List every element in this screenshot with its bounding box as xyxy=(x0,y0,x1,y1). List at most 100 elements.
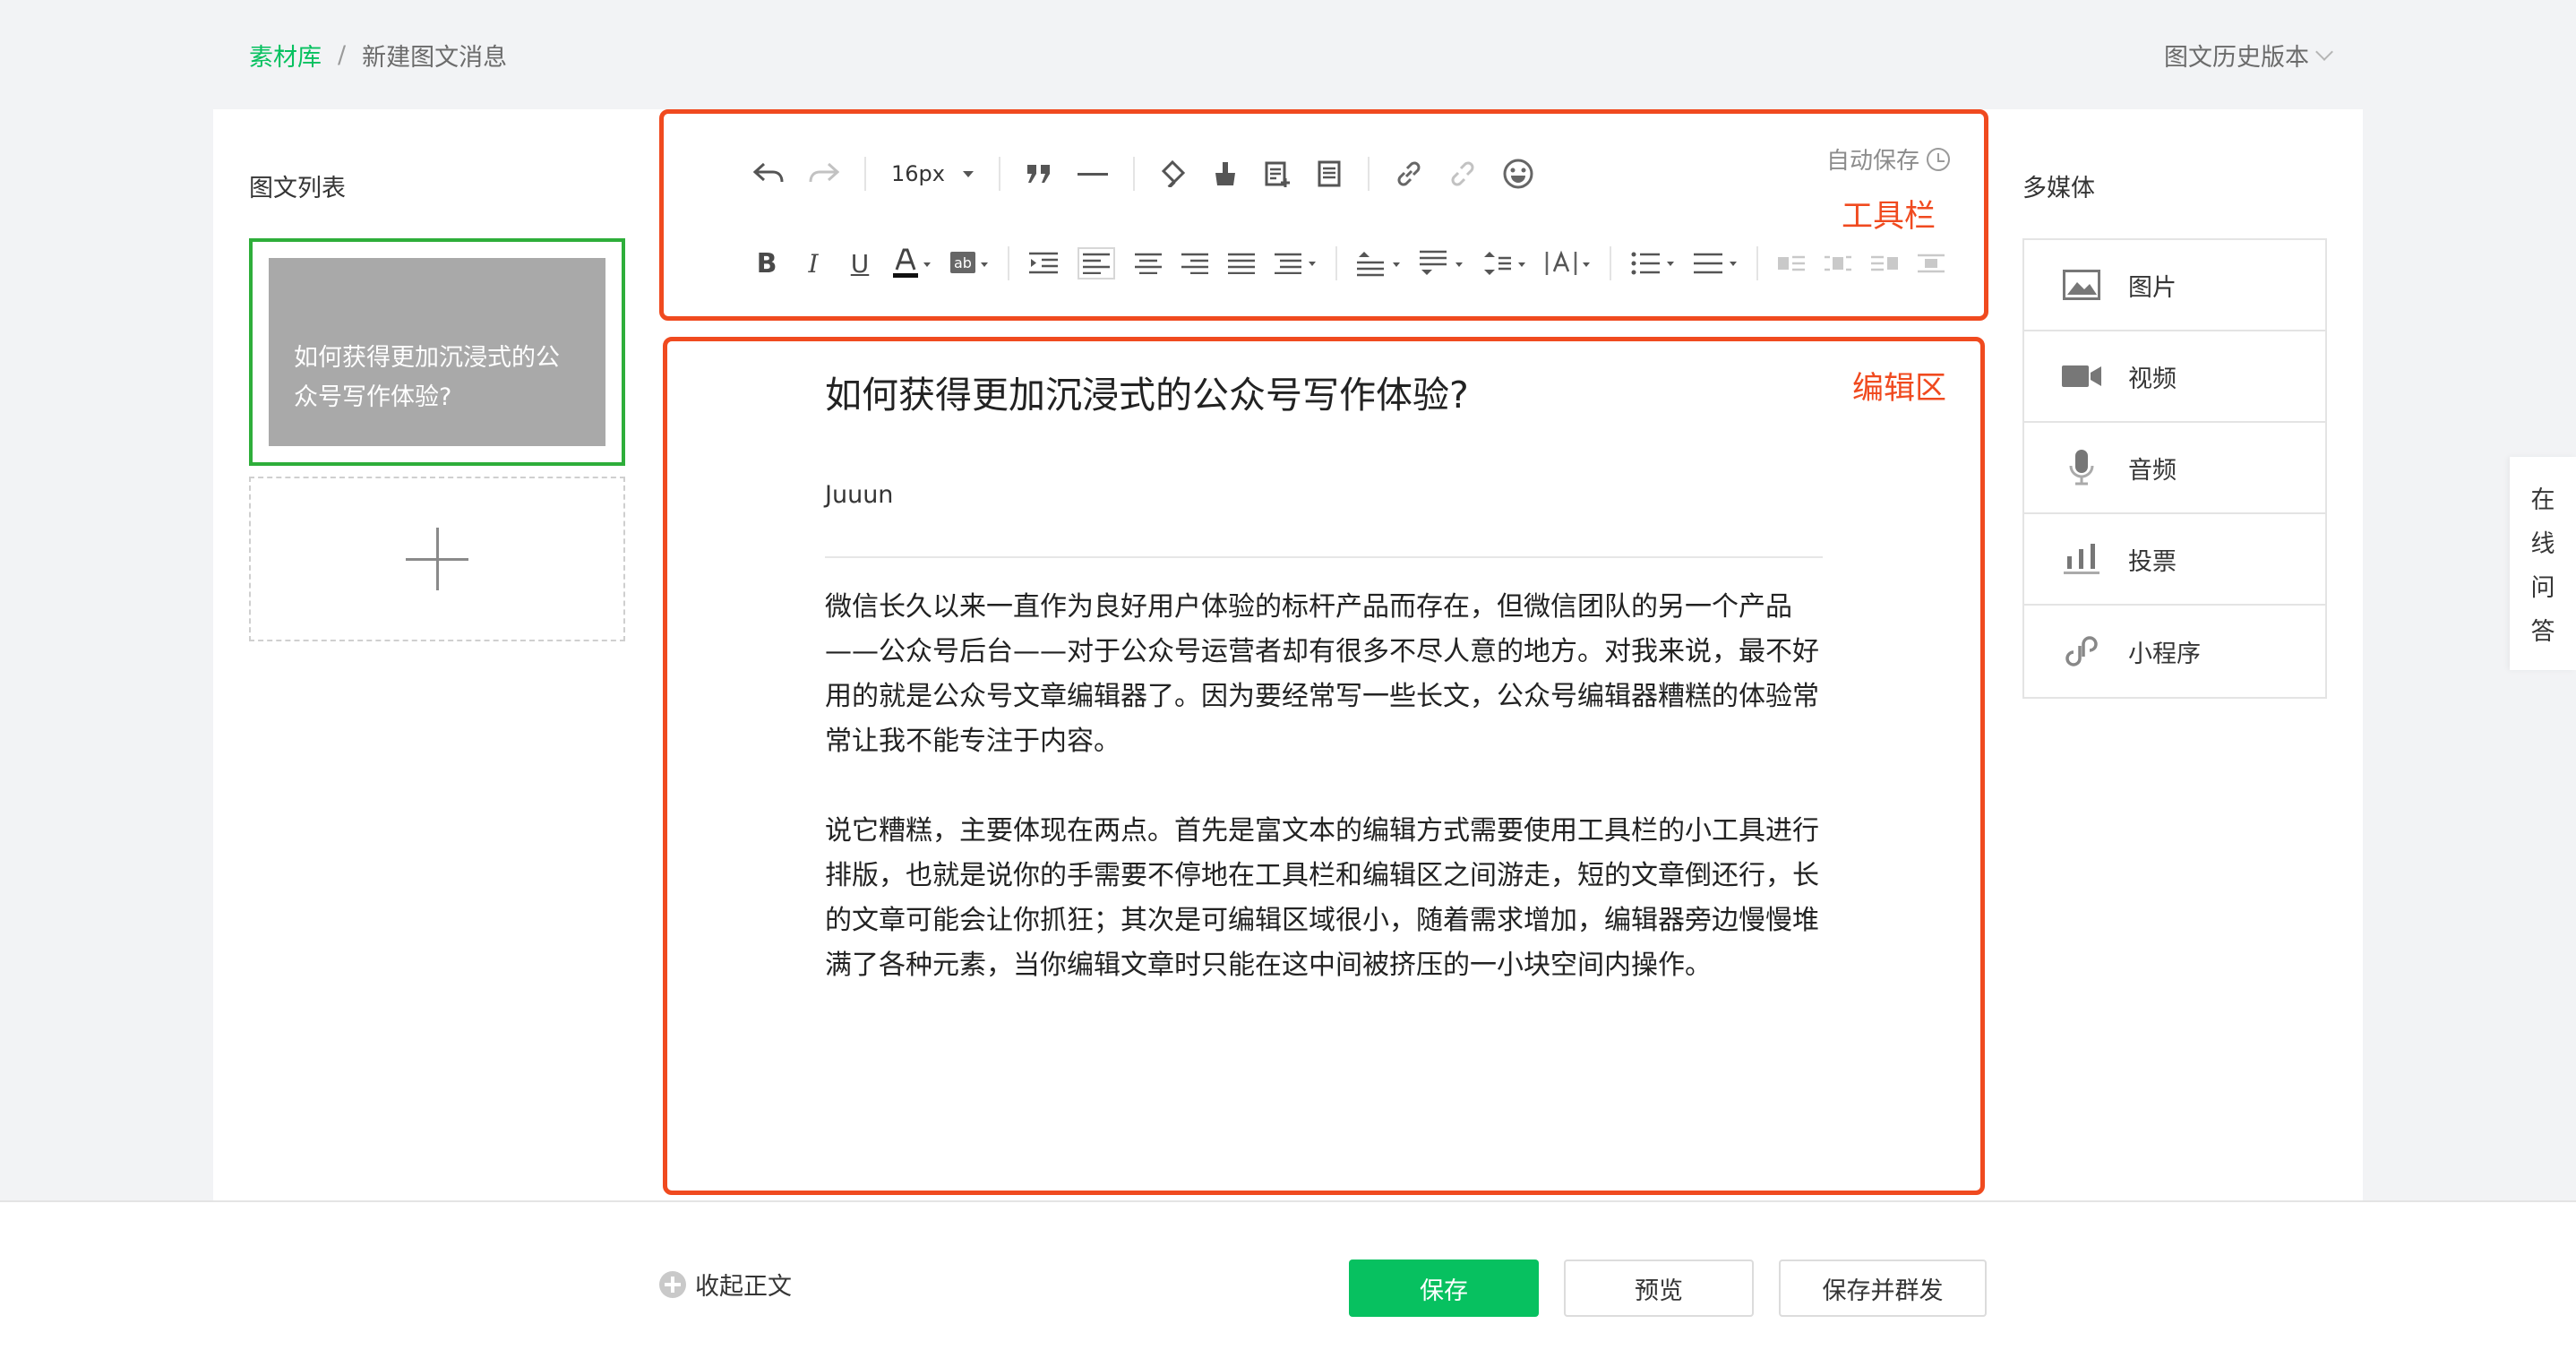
align-right-icon[interactable] xyxy=(1181,247,1208,279)
insert-template-icon[interactable] xyxy=(1264,158,1291,190)
format-brush-icon[interactable] xyxy=(1160,158,1187,190)
article-list-title: 图文列表 xyxy=(249,175,346,202)
horizontal-rule-icon[interactable] xyxy=(1077,158,1108,190)
svg-text:ab: ab xyxy=(954,254,972,271)
align-center-icon[interactable] xyxy=(1135,247,1162,279)
toolbar-row-2: B I U ab xyxy=(753,246,1945,280)
body-paragraph[interactable]: 说它糟糕，主要体现在两点。首先是富文本的编辑方式需要使用工具栏的小工具进行排版，… xyxy=(825,809,1819,988)
toolbar-divider xyxy=(1367,157,1370,191)
caret-down-icon xyxy=(962,170,974,177)
chevron-down-icon xyxy=(2315,42,2333,61)
article-title-input[interactable]: 如何获得更加沉浸式的公众号写作体验? xyxy=(825,365,1469,418)
toolbar-divider xyxy=(1132,157,1135,191)
online-qa-char: 问 xyxy=(2530,574,2555,602)
spacing-after-icon[interactable] xyxy=(1420,247,1463,279)
italic-icon[interactable]: I xyxy=(800,247,827,279)
unlink-icon[interactable] xyxy=(1448,158,1477,190)
background-color-icon[interactable]: ab xyxy=(950,247,988,279)
article-body[interactable]: 微信长久以来一直作为良好用户体验的标杆产品而存在，但微信团队的另一个产品——公众… xyxy=(825,585,1819,988)
breadcrumb-current: 新建图文消息 xyxy=(362,44,508,72)
font-size-value: 16px xyxy=(891,161,945,186)
line-height-icon[interactable] xyxy=(1482,247,1525,279)
media-item-label: 图片 xyxy=(2128,273,2177,302)
float-left-icon[interactable] xyxy=(1778,247,1805,279)
author-input[interactable]: Juuun xyxy=(825,481,893,509)
paragraph-spacing-icon[interactable] xyxy=(1275,247,1316,279)
history-version-dropdown[interactable]: 图文历史版本 xyxy=(2164,38,2333,73)
online-qa-char: 答 xyxy=(2530,618,2555,646)
toolbar-divider xyxy=(1335,246,1337,280)
mini-program-icon xyxy=(2062,633,2101,669)
online-qa-char: 线 xyxy=(2530,530,2555,558)
collapse-body-button[interactable]: 收起正文 xyxy=(659,1267,792,1302)
font-size-select[interactable]: 16px xyxy=(891,161,974,186)
audio-icon xyxy=(2062,450,2101,486)
media-item-vote[interactable]: 投票 xyxy=(2024,514,2325,606)
media-item-image[interactable]: 图片 xyxy=(2024,240,2325,331)
video-icon xyxy=(2062,358,2101,394)
clock-icon xyxy=(1927,147,1950,171)
vote-icon xyxy=(2062,541,2101,577)
image-icon xyxy=(2062,267,2101,303)
letter-spacing-icon[interactable] xyxy=(1545,247,1590,279)
spacing-before-icon[interactable] xyxy=(1357,247,1400,279)
clear-format-icon[interactable] xyxy=(1212,158,1239,190)
indent-icon[interactable] xyxy=(1029,247,1058,279)
plus-icon xyxy=(406,528,468,590)
editor-divider xyxy=(825,556,1823,558)
online-qa-tab[interactable]: 在 线 问 答 xyxy=(2510,457,2576,670)
article-card-title: 如何获得更加沉浸式的公众号写作体验? xyxy=(294,344,560,411)
collapse-body-label: 收起正文 xyxy=(695,1273,792,1301)
bottom-action-bar: 收起正文 保存 预览 保存并群发 xyxy=(0,1200,2576,1367)
breadcrumb: 素材库 / 新建图文消息 xyxy=(249,38,507,73)
save-and-publish-button[interactable]: 保存并群发 xyxy=(1779,1260,1987,1317)
float-right-icon[interactable] xyxy=(1871,247,1898,279)
media-item-label: 小程序 xyxy=(2128,640,2201,668)
media-item-mini-program[interactable]: 小程序 xyxy=(2024,606,2325,697)
save-button[interactable]: 保存 xyxy=(1349,1260,1539,1317)
plus-circle-icon xyxy=(659,1270,686,1298)
ordered-list-icon[interactable] xyxy=(1631,247,1674,279)
font-color-icon[interactable] xyxy=(893,247,931,279)
align-left-icon[interactable] xyxy=(1078,247,1115,279)
media-item-label: 投票 xyxy=(2128,547,2177,576)
add-article-button[interactable] xyxy=(249,477,625,641)
template-icon[interactable] xyxy=(1316,158,1343,190)
toolbar-annotation: 工具栏 xyxy=(1841,199,1936,235)
toolbar-divider xyxy=(864,157,866,191)
article-thumbnail: 如何获得更加沉浸式的公众号写作体验? xyxy=(269,258,605,446)
link-icon[interactable] xyxy=(1395,158,1423,190)
media-item-label: 视频 xyxy=(2128,365,2177,393)
editor-annotation: 编辑区 xyxy=(1851,371,1946,407)
history-version-label: 图文历史版本 xyxy=(2164,44,2309,72)
toolbar-divider xyxy=(1008,246,1009,280)
autosave-status[interactable]: 自动保存 xyxy=(1826,142,1950,176)
toolbar: 16px 自动保存 工具栏 B I U ab xyxy=(659,109,1988,321)
editor-area[interactable]: 如何获得更加沉浸式的公众号写作体验? 编辑区 Juuun 微信长久以来一直作为良… xyxy=(663,337,1985,1195)
breadcrumb-separator: / xyxy=(338,41,347,69)
media-item-label: 音频 xyxy=(2128,456,2177,485)
media-panel-title: 多媒体 xyxy=(2022,175,2095,202)
media-item-audio[interactable]: 音频 xyxy=(2024,423,2325,514)
body-paragraph[interactable]: 微信长久以来一直作为良好用户体验的标杆产品而存在，但微信团队的另一个产品——公众… xyxy=(825,585,1819,764)
bold-icon[interactable]: B xyxy=(753,247,780,279)
media-item-video[interactable]: 视频 xyxy=(2024,331,2325,423)
toolbar-divider xyxy=(1756,246,1758,280)
toolbar-divider xyxy=(1610,246,1611,280)
preview-button[interactable]: 预览 xyxy=(1564,1260,1754,1317)
toolbar-divider xyxy=(998,157,1000,191)
media-list: 图片 视频 音频 投票 小程序 xyxy=(2022,238,2327,699)
float-none-icon[interactable] xyxy=(1825,247,1851,279)
align-justify-icon[interactable] xyxy=(1228,247,1255,279)
article-card-selected[interactable]: 如何获得更加沉浸式的公众号写作体验? xyxy=(249,238,625,466)
unordered-list-icon[interactable] xyxy=(1694,247,1737,279)
breadcrumb-root-link[interactable]: 素材库 xyxy=(249,38,322,73)
redo-icon[interactable] xyxy=(809,158,839,190)
underline-icon[interactable]: U xyxy=(846,247,873,279)
blockquote-icon[interactable] xyxy=(1026,158,1052,190)
float-center-icon[interactable] xyxy=(1918,247,1945,279)
autosave-label: 自动保存 xyxy=(1825,148,1919,175)
online-qa-char: 在 xyxy=(2530,486,2555,514)
emoji-icon[interactable] xyxy=(1502,158,1534,190)
undo-icon[interactable] xyxy=(753,158,784,190)
